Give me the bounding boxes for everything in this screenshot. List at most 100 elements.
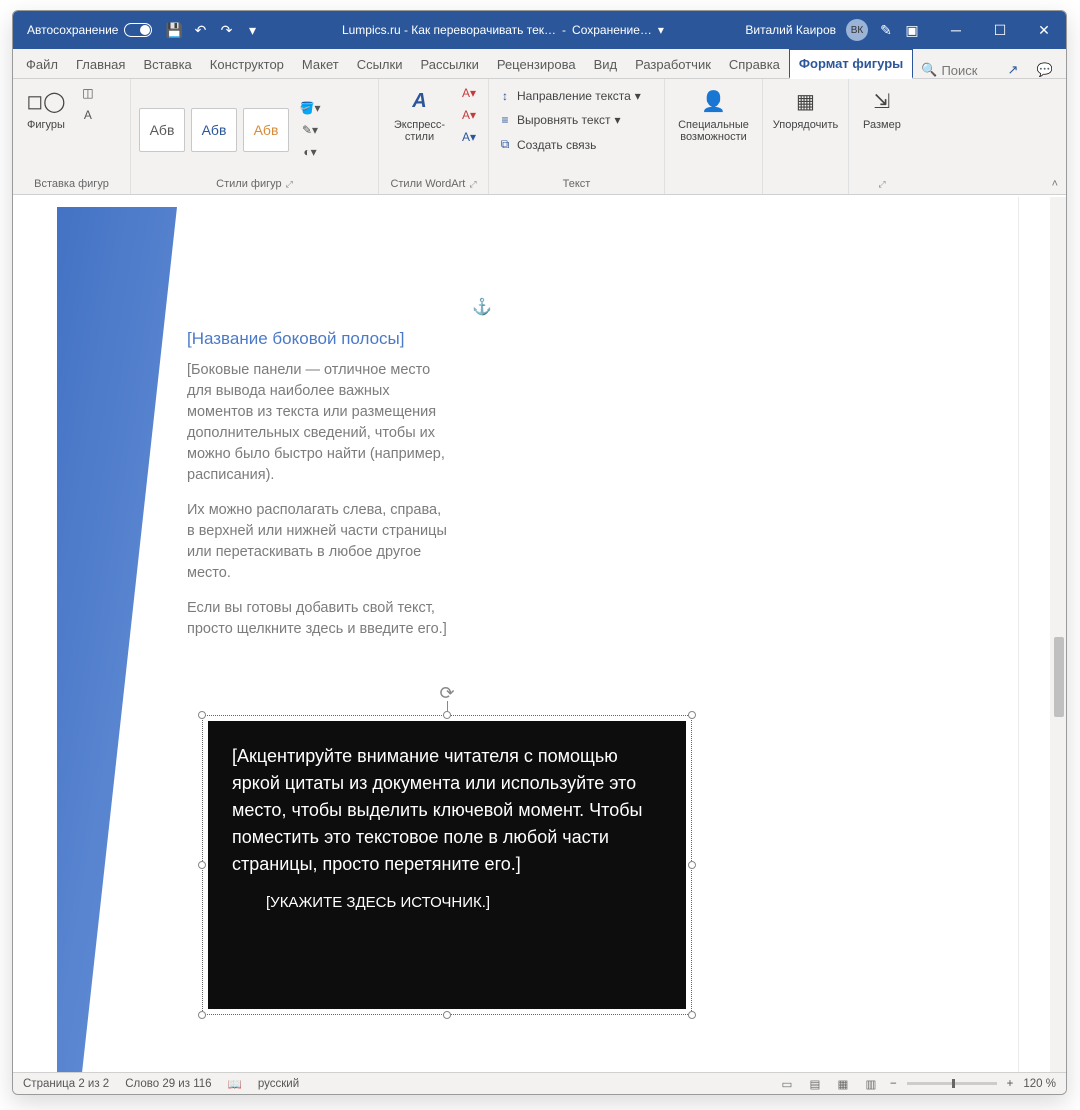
tab-references[interactable]: Ссылки [348,51,412,78]
group-text: Текст [497,176,656,192]
language-indicator[interactable]: русский [258,1078,299,1090]
sidebar-paragraph: [Боковые панели — отличное место для выв… [187,360,447,486]
sidebar-text-block[interactable]: [Название боковой полосы] [Боковые панел… [187,327,447,654]
spellcheck-icon[interactable]: 📖 [228,1077,242,1091]
sidebar-paragraph: Если вы готовы добавить свой текст, прос… [187,598,447,640]
tab-design[interactable]: Конструктор [201,51,293,78]
text-outline-icon[interactable]: A▾ [458,105,480,125]
redo-icon[interactable]: ↷ [218,22,234,38]
document-area[interactable]: ⚓ [Название боковой полосы] [Боковые пан… [13,197,1050,1072]
quick-access-toolbar: 💾 ↶ ↷ ▾ [166,22,260,38]
comments-icon[interactable]: 💬 [1036,62,1054,78]
word-count[interactable]: Слово 29 из 116 [125,1078,211,1090]
resize-handle[interactable] [198,711,206,719]
avatar[interactable]: ВК [846,19,868,41]
shape-outline-icon[interactable]: ✎▾ [299,120,321,140]
page: ⚓ [Название боковой полосы] [Боковые пан… [57,197,1019,1072]
zoom-level[interactable]: 120 % [1023,1078,1056,1090]
edit-shape-icon[interactable]: ◫ [77,83,99,103]
size-icon: ⇲ [866,85,898,117]
ribbon-display-icon[interactable]: ▣ [904,22,920,38]
title-center: Lumpics.ru - Как переворачивать тек… - С… [268,23,737,37]
user-area: Виталий Каиров ВК ✎ ▣ [745,19,920,41]
align-text-button[interactable]: ≡Выровнять текст ▾ [497,111,641,129]
title-dropdown-icon[interactable]: ▾ [658,23,664,37]
vertical-scrollbar[interactable] [1050,197,1066,1072]
page-indicator[interactable]: Страница 2 из 2 [23,1078,109,1090]
share-icon[interactable]: ↗ [1004,62,1022,78]
draw-mode-icon[interactable]: ✎ [878,22,894,38]
tab-review[interactable]: Рецензирова [488,51,585,78]
autosave-label: Автосохранение [27,23,118,37]
minimize-button[interactable]: ─ [934,11,978,49]
create-link-button[interactable]: ⧉Создать связь [497,135,641,154]
focus-mode-icon[interactable]: ▭ [778,1077,796,1091]
ribbon-tabs: Файл Главная Вставка Конструктор Макет С… [13,49,1066,79]
tab-format-shape[interactable]: Формат фигуры [789,49,913,79]
resize-handle[interactable] [198,861,206,869]
scrollbar-thumb[interactable] [1054,637,1064,717]
selected-textbox[interactable]: ⟳ [Акцентируйте внимание читателя с помо… [202,715,692,1015]
web-layout-icon[interactable]: ▥ [862,1077,880,1091]
arrange-label: Упорядочить [773,119,838,131]
tab-home[interactable]: Главная [67,51,134,78]
shape-style-preset-1[interactable]: Абв [139,108,185,152]
autosave-toggle[interactable]: Автосохранение [27,23,152,37]
zoom-slider[interactable] [907,1082,997,1085]
toggle-switch-icon[interactable] [124,23,152,37]
text-direction-icon: ↕ [497,89,513,103]
zoom-in-button[interactable]: + [1007,1078,1014,1090]
resize-handle[interactable] [443,711,451,719]
search-box[interactable]: 🔍 Поиск [921,62,977,78]
shapes-button[interactable]: ◻◯ Фигуры [21,83,71,133]
ribbon: ◻◯ Фигуры ◫ A Вставка фигур Абв Абв Абв … [13,79,1066,195]
tab-insert[interactable]: Вставка [134,51,200,78]
zoom-out-button[interactable]: − [890,1078,897,1090]
accessibility-button[interactable]: 👤 Специальные возможности [673,83,754,145]
title-separator: - [562,23,566,37]
text-box-icon[interactable]: A [77,105,99,125]
sidebar-title: [Название боковой полосы] [187,327,447,352]
size-button[interactable]: ⇲ Размер [857,83,907,133]
shape-style-preset-2[interactable]: Абв [191,108,237,152]
quote-text: [Акцентируйте внимание читателя с помощь… [232,743,662,878]
print-layout-icon[interactable]: ▦ [834,1077,852,1091]
undo-icon[interactable]: ↶ [192,22,208,38]
wordart-launcher-icon[interactable]: ⤢ [469,179,476,190]
resize-handle[interactable] [198,1011,206,1019]
text-direction-button[interactable]: ↕Направление текста ▾ [497,87,641,105]
resize-handle[interactable] [443,1011,451,1019]
shape-effects-icon[interactable]: ◐▾ [299,142,321,162]
resize-handle[interactable] [688,861,696,869]
maximize-button[interactable]: ☐ [978,11,1022,49]
arrange-button[interactable]: ▦ Упорядочить [771,83,840,133]
wordart-styles-button[interactable]: A Экспресс-стили [387,83,452,145]
collapse-ribbon-icon[interactable]: ˄ [1052,178,1058,190]
group-shape-styles: Стили фигур [216,178,281,190]
text-effects-icon[interactable]: A▾ [458,127,480,147]
tab-mailings[interactable]: Рассылки [411,51,487,78]
shape-styles-launcher-icon[interactable]: ⤢ [286,179,293,190]
tab-file[interactable]: Файл [17,51,67,78]
accessibility-label: Специальные возможности [678,119,749,143]
word-window: Автосохранение 💾 ↶ ↷ ▾ Lumpics.ru - Как … [12,10,1067,1095]
shape-fill-icon[interactable]: 🪣▾ [299,98,321,118]
tab-help[interactable]: Справка [720,51,789,78]
shape-style-preset-3[interactable]: Абв [243,108,289,152]
window-controls: ─ ☐ ✕ [934,11,1066,49]
resize-handle[interactable] [688,711,696,719]
read-mode-icon[interactable]: ▤ [806,1077,824,1091]
save-icon[interactable]: 💾 [166,22,182,38]
blue-sidebar-shape[interactable] [57,207,177,1072]
text-fill-icon[interactable]: A▾ [458,83,480,103]
close-button[interactable]: ✕ [1022,11,1066,49]
qat-dropdown-icon[interactable]: ▾ [244,22,260,38]
resize-handle[interactable] [688,1011,696,1019]
tab-view[interactable]: Вид [585,51,627,78]
tab-developer[interactable]: Разработчик [626,51,720,78]
tab-layout[interactable]: Макет [293,51,348,78]
size-label: Размер [863,119,901,131]
anchor-icon: ⚓ [472,297,492,317]
size-launcher-icon[interactable]: ⤢ [878,179,885,190]
quote-textbox[interactable]: [Акцентируйте внимание читателя с помощь… [208,721,686,1009]
